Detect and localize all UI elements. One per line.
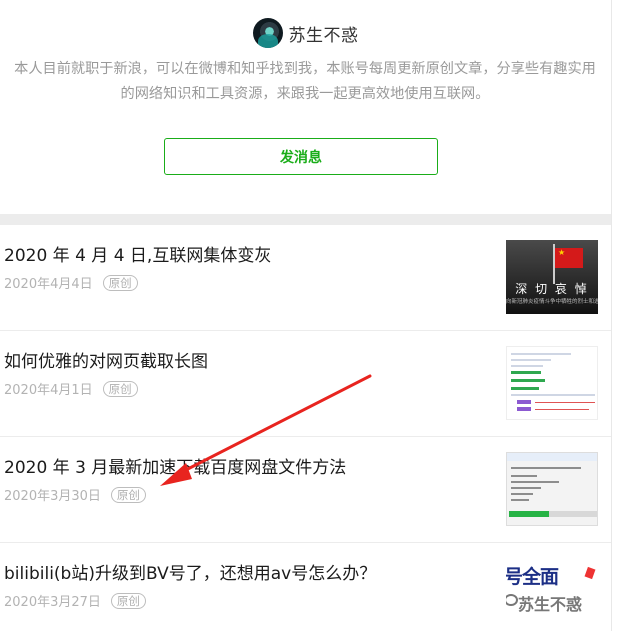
screenshot-link <box>511 387 539 390</box>
thumbnail-headline: 号全面 <box>506 566 559 588</box>
article-date: 2020年4月1日 <box>4 383 93 398</box>
article-item[interactable]: 如何优雅的对网页截取长图 2020年4月1日 原创 <box>0 331 611 437</box>
article-meta: 2020年3月27日 原创 <box>4 591 146 610</box>
account-profile: 苏生不惑 本人目前就职于新浪，可以在微博和知乎找到我，本账号每周更新原创文章，分… <box>0 0 611 214</box>
article-meta: 2020年3月30日 原创 <box>4 485 146 504</box>
article-title[interactable]: bilibili(b站)升级到BV号了，还想用av号怎么办？ <box>4 559 376 584</box>
article-item[interactable]: 2020 年 4 月 4 日,互联网集体变灰 2020年4月4日 原创 ★ 深 … <box>0 225 611 331</box>
dialog-titlebar <box>507 453 597 461</box>
screenshot-line <box>511 359 551 361</box>
account-description: 本人目前就职于新浪，可以在微博和知乎找到我，本账号每周更新原创文章，分享些有趣实… <box>14 61 596 102</box>
article-title[interactable]: 2020 年 3 月最新加速下载百度网盘文件方法 <box>4 453 346 478</box>
wechat-icon <box>506 594 518 606</box>
article-title[interactable]: 2020 年 4 月 4 日,互联网集体变灰 <box>4 241 271 266</box>
thumbnail-watermark: 苏生不惑 <box>518 595 583 614</box>
thumbnail-caption: 深 切 哀 悼 <box>515 282 589 296</box>
original-badge: 原创 <box>110 486 146 503</box>
article-date: 2020年3月30日 <box>4 489 101 504</box>
account-name: 苏生不惑 <box>288 25 359 46</box>
dialog-text <box>511 493 533 495</box>
dialog-text <box>511 481 559 483</box>
dialog-text <box>511 467 581 469</box>
article-item[interactable]: 2020 年 3 月最新加速下载百度网盘文件方法 2020年3月30日 原创 <box>0 437 611 543</box>
section-divider <box>0 214 611 225</box>
dialog-text <box>511 487 541 489</box>
screenshot-rule <box>535 409 589 410</box>
article-thumbnail[interactable]: 号全面 苏生不惑 <box>506 558 598 631</box>
article-date: 2020年3月27日 <box>4 595 101 610</box>
screenshot-line <box>511 365 543 367</box>
article-thumbnail[interactable] <box>506 346 598 420</box>
star-icon: ★ <box>558 248 566 257</box>
article-thumbnail[interactable]: ★ 深 切 哀 悼 向新冠肺炎疫情斗争中牺牲的烈士和逝世同胞 <box>506 240 598 314</box>
screenshot-highlight <box>517 407 531 411</box>
thumbnail-subcaption: 向新冠肺炎疫情斗争中牺牲的烈士和逝世同胞 <box>506 299 598 305</box>
article-title[interactable]: 如何优雅的对网页截取长图 <box>4 347 208 372</box>
article-thumbnail[interactable] <box>506 452 598 526</box>
dialog-text <box>511 499 529 501</box>
original-badge: 原创 <box>102 274 138 291</box>
official-account-page: 苏生不惑 本人目前就职于新浪，可以在微博和知乎找到我，本账号每周更新原创文章，分… <box>0 0 618 631</box>
original-badge: 原创 <box>102 380 138 397</box>
scrollbar-track[interactable] <box>611 0 612 631</box>
article-meta: 2020年4月1日 原创 <box>4 379 138 398</box>
download-progress-fill <box>509 511 549 517</box>
screenshot-line <box>511 353 571 355</box>
avatar[interactable] <box>252 18 283 48</box>
screenshot-link <box>511 379 545 382</box>
screenshot-highlight <box>517 400 531 404</box>
article-item[interactable]: bilibili(b站)升级到BV号了，还想用av号怎么办？ 2020年3月27… <box>0 543 611 631</box>
screenshot-link <box>511 371 541 374</box>
send-message-button[interactable]: 发消息 <box>164 138 438 175</box>
screenshot-line <box>511 394 595 396</box>
article-meta: 2020年4月4日 原创 <box>4 273 138 292</box>
accent-shape <box>584 566 596 580</box>
screenshot-rule <box>535 402 595 403</box>
dialog-text <box>511 475 537 477</box>
original-badge: 原创 <box>110 592 146 609</box>
profile-header: 苏生不惑 <box>0 17 611 49</box>
article-date: 2020年4月4日 <box>4 277 93 292</box>
